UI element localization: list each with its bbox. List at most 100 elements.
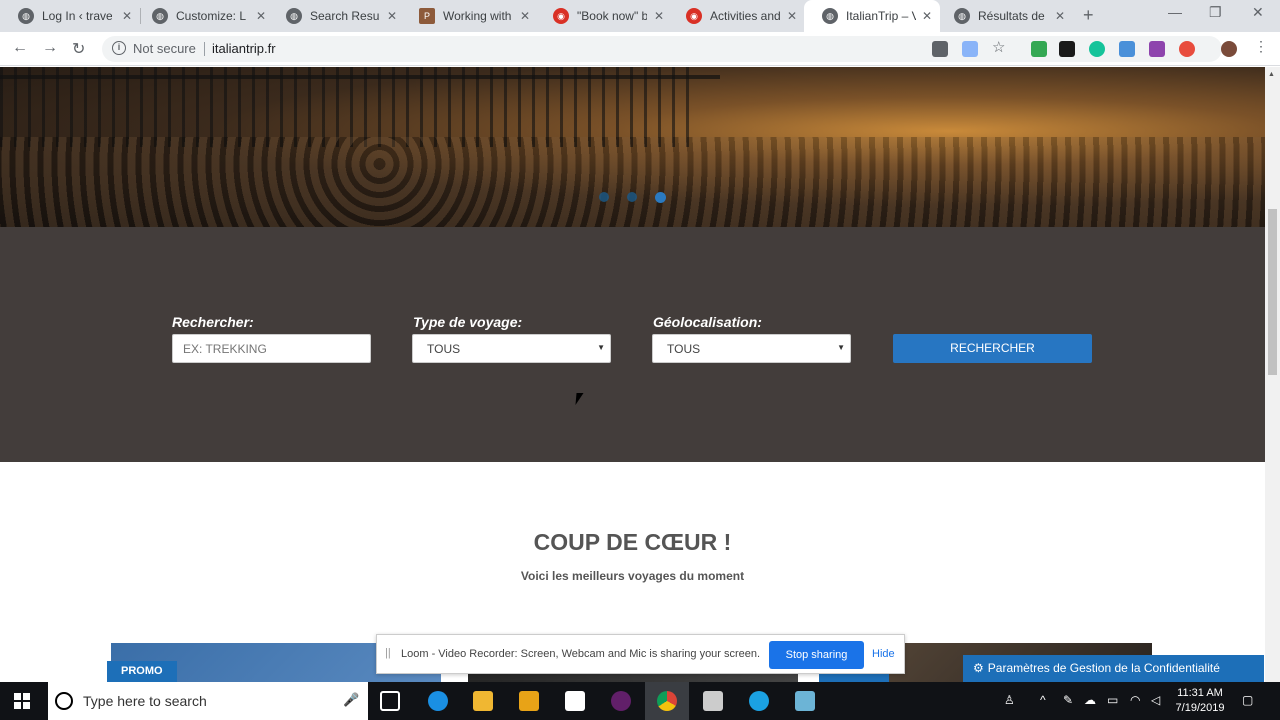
slider-dot-active[interactable] <box>655 192 666 203</box>
microphone-icon[interactable]: 🎤 <box>343 692 359 708</box>
tab-working-with[interactable]: P Working with ✕ <box>401 0 538 32</box>
browser-toolbar: ← → ↻ i Not secure italiantrip.fr ☆ ⋮ <box>0 32 1280 66</box>
geolocation-select[interactable]: TOUS ▼ <box>652 334 851 363</box>
tab-resultats[interactable]: ◍Résultats de re✕ <box>936 0 1073 32</box>
caret-down-icon: ▼ <box>597 343 605 352</box>
geolocation-value: TOUS <box>667 342 701 356</box>
trip-type-select[interactable]: TOUS ▼ <box>412 334 611 363</box>
chevron-up-icon[interactable]: ^ <box>1040 693 1046 707</box>
keyword-input[interactable] <box>172 334 371 363</box>
site-settings-icon[interactable] <box>932 41 948 57</box>
globe-icon: ◍ <box>286 8 302 24</box>
slider-dot[interactable] <box>599 192 609 202</box>
page-scrollbar[interactable]: ▲ <box>1265 67 1280 682</box>
pen-icon[interactable] <box>1149 41 1165 57</box>
tab-login[interactable]: ◍ Log In ‹ travel ✕ <box>0 0 140 32</box>
support-icon: ◉ <box>553 8 569 24</box>
fence <box>0 67 700 147</box>
back-icon[interactable]: ← <box>12 39 28 57</box>
featured-subtitle: Voici les meilleurs voyages du moment <box>520 569 745 583</box>
close-tab-icon[interactable]: ✕ <box>256 9 266 23</box>
clock-time: 11:31 AM <box>1177 687 1223 699</box>
system-clock[interactable]: 11:31 AM 7/19/2019 <box>1168 686 1232 716</box>
edge-icon[interactable] <box>428 691 448 711</box>
minimize-icon[interactable]: — <box>1168 4 1182 20</box>
tab-search-results[interactable]: ◍Search Results✕ <box>268 0 405 32</box>
file-explorer-icon[interactable] <box>473 691 493 711</box>
scroll-up-arrow-icon[interactable]: ▲ <box>1268 71 1275 78</box>
support-icon: ◉ <box>686 8 702 24</box>
mail-icon[interactable] <box>703 691 723 711</box>
avatar[interactable] <box>1221 41 1237 57</box>
grammarly-icon[interactable] <box>1089 41 1105 57</box>
geolocation-label: Géolocalisation: <box>653 314 762 330</box>
wifi-icon[interactable]: ◠ <box>1130 693 1140 707</box>
volume-icon[interactable]: ◁ <box>1151 693 1160 707</box>
slack-icon[interactable] <box>611 691 631 711</box>
menu-icon[interactable]: ⋮ <box>1254 38 1270 54</box>
app-icon[interactable] <box>749 691 769 711</box>
info-icon[interactable]: i <box>112 41 126 55</box>
windows-start-icon[interactable] <box>14 693 30 709</box>
people-icon[interactable]: ♙ <box>1004 693 1015 707</box>
store-icon[interactable] <box>565 691 585 711</box>
app-icon[interactable] <box>795 691 815 711</box>
globe-icon: ◍ <box>18 8 34 24</box>
hero-slider <box>0 67 1265 227</box>
slider-dot[interactable] <box>627 192 637 202</box>
tab-activities[interactable]: ◉ Activities and ✕ <box>668 0 805 32</box>
extension-icon[interactable] <box>1119 41 1135 57</box>
close-tab-icon[interactable]: ✕ <box>787 9 797 23</box>
stop-sharing-button[interactable]: Stop sharing <box>769 641 864 669</box>
close-tab-icon[interactable]: ✕ <box>122 9 132 23</box>
close-tab-icon[interactable]: ✕ <box>1055 9 1065 23</box>
close-window-icon[interactable]: ✕ <box>1252 4 1264 21</box>
close-tab-icon[interactable]: ✕ <box>520 9 530 23</box>
address-bar[interactable]: i Not secure italiantrip.fr <box>102 36 1222 62</box>
page-viewport: Rechercher: Type de voyage: TOUS ▼ Géolo… <box>0 67 1265 682</box>
featured-title: COUP DE CŒUR ! <box>533 529 732 555</box>
onedrive-icon[interactable]: ☁ <box>1084 693 1096 707</box>
clock-date: 7/19/2019 <box>1175 702 1225 714</box>
notifications-icon[interactable]: ▢ <box>1242 693 1253 707</box>
cobblestones <box>0 137 1265 227</box>
chrome-icon[interactable] <box>657 691 677 711</box>
globe-icon: ◍ <box>822 8 838 24</box>
cortana-icon <box>55 692 73 710</box>
translate-icon[interactable] <box>962 41 978 57</box>
task-view-icon[interactable] <box>380 691 400 711</box>
pen-icon[interactable]: ✎ <box>1063 693 1073 707</box>
hide-button[interactable]: Hide <box>872 648 895 660</box>
caret-down-icon: ▼ <box>837 343 845 352</box>
extension-icon[interactable] <box>1031 41 1047 57</box>
close-tab-icon[interactable]: ✕ <box>654 9 664 23</box>
url-text[interactable]: italiantrip.fr <box>212 41 276 56</box>
forward-icon[interactable]: → <box>42 39 58 57</box>
close-tab-icon[interactable]: ✕ <box>922 9 932 23</box>
tab-book-now[interactable]: ◉"Book now" bu✕ <box>535 0 672 32</box>
sublime-icon[interactable] <box>519 691 539 711</box>
scrollbar-thumb[interactable] <box>1268 209 1277 375</box>
privacy-settings-button[interactable]: ⚙ Paramètres de Gestion de la Confidentia… <box>963 655 1264 682</box>
trip-type-label: Type de voyage: <box>413 314 523 330</box>
close-tab-icon[interactable]: ✕ <box>387 9 397 23</box>
browser-tab-strip: ◍ Log In ‹ travel ✕ ◍ Customize: Lo ✕ ◍ Searc… <box>0 0 1280 32</box>
windows-taskbar: Type here to search 🎤 ♙ ^ ✎ ☁ ▭ ◠ ◁ 11:3… <box>0 682 1280 720</box>
gear-icon: ⚙ <box>973 661 984 675</box>
promo-badge: PROMO <box>107 661 177 682</box>
new-tab-icon[interactable]: + <box>1083 5 1094 26</box>
tab-customize[interactable]: ◍ Customize: Lo ✕ <box>134 0 274 32</box>
taskbar-search[interactable]: Type here to search 🎤 <box>48 682 368 720</box>
drag-handle-icon[interactable]: || <box>385 647 391 659</box>
notion-icon[interactable] <box>1059 41 1075 57</box>
bookmark-star-icon[interactable]: ☆ <box>992 38 1008 56</box>
globe-icon: ◍ <box>954 8 970 24</box>
mouse-cursor <box>575 393 584 405</box>
reload-icon[interactable]: ↻ <box>72 39 85 59</box>
loom-sharing-banner: || Loom - Video Recorder: Screen, Webcam… <box>376 634 905 674</box>
battery-icon[interactable]: ▭ <box>1107 693 1118 707</box>
search-button[interactable]: RECHERCHER <box>893 334 1092 363</box>
tab-italiantrip[interactable]: ◍ItalianTrip – Vo✕ <box>804 0 940 32</box>
restore-icon[interactable]: ❐ <box>1209 4 1222 21</box>
loom-icon[interactable] <box>1179 41 1195 57</box>
